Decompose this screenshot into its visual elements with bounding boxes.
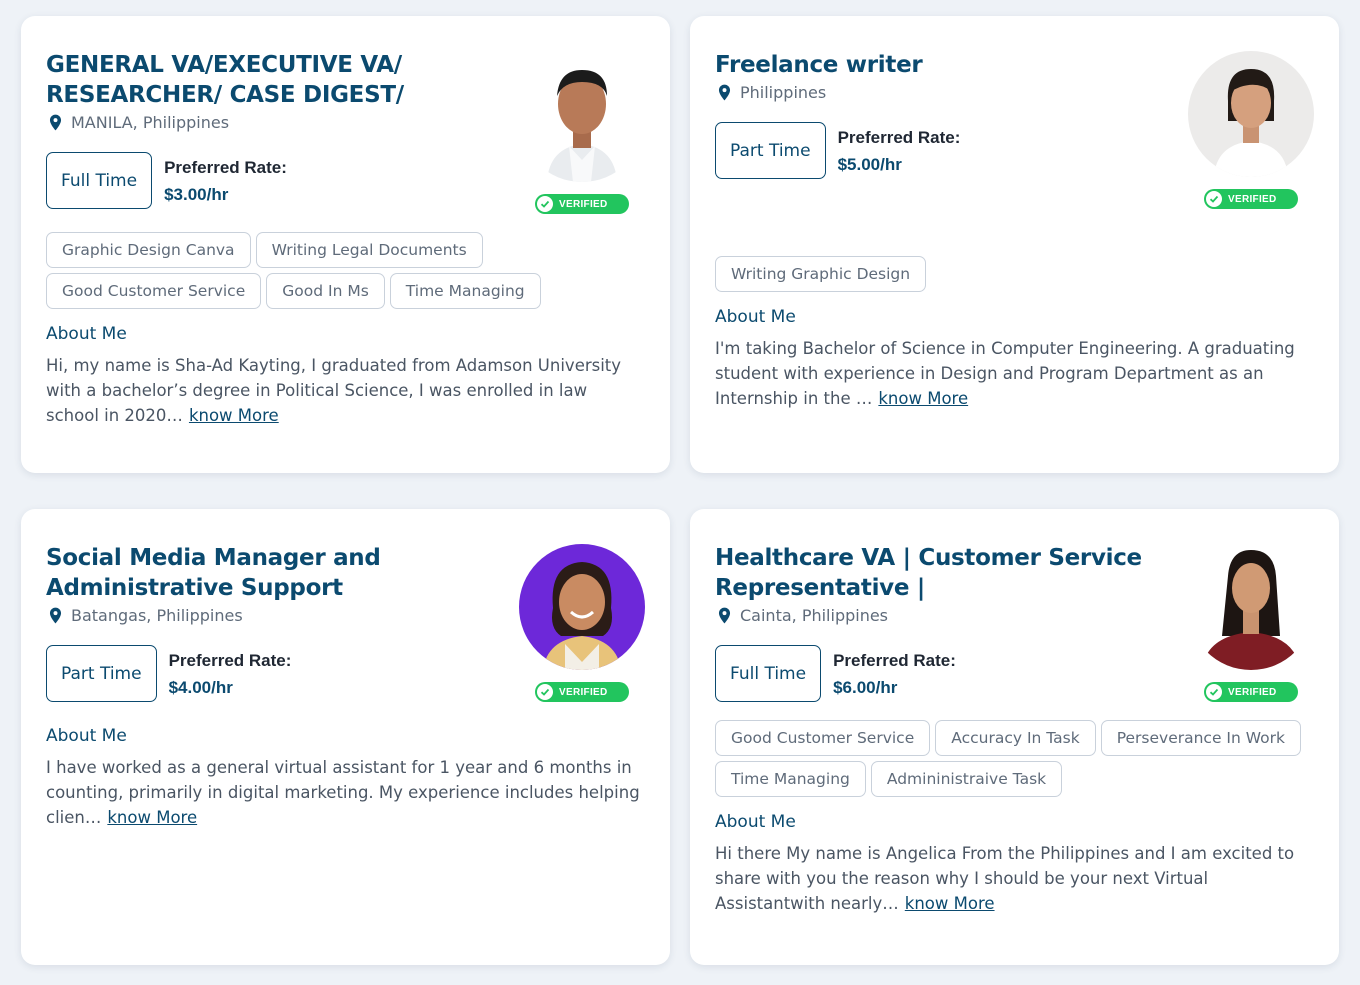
skill-chip: Good Customer Service <box>715 720 931 756</box>
location: Batangas, Philippines <box>46 606 519 625</box>
profile-title[interactable]: Freelance writer <box>715 50 1188 80</box>
about-heading: About Me <box>46 726 127 746</box>
preferred-rate-value: $3.00/hr <box>164 184 229 204</box>
avatar[interactable] <box>1188 51 1314 177</box>
check-icon <box>537 684 553 700</box>
skill-chip: Accuracy In Task <box>935 720 1096 756</box>
verified-badge: VERIFIED <box>1204 682 1298 702</box>
about-text: Hi, my name is Sha-Ad Kayting, I graduat… <box>46 353 645 428</box>
know-more-link[interactable]: know More <box>878 389 968 408</box>
avatar[interactable] <box>1188 544 1314 670</box>
skills-list: Writing Graphic Design <box>715 256 1314 292</box>
profile-title[interactable]: GENERAL VA/EXECUTIVE VA/ RESEARCHER/ CAS… <box>46 50 406 110</box>
about-body: Hi, my name is Sha-Ad Kayting, I graduat… <box>46 356 622 425</box>
skill-chip: Perseverance In Work <box>1100 720 1301 756</box>
employment-type-button[interactable]: Part Time <box>46 645 157 702</box>
skill-chip: Graphic Design Canva <box>46 232 251 268</box>
location-text: Philippines <box>740 83 827 102</box>
about-body: Hi there My name is Angelica From the Ph… <box>715 844 1295 913</box>
skill-chip: Writing Legal Documents <box>255 232 483 268</box>
profile-card[interactable]: GENERAL VA/EXECUTIVE VA/ RESEARCHER/ CAS… <box>21 16 670 473</box>
skills-list: Graphic Design Canva Writing Legal Docum… <box>46 232 645 309</box>
location-pin-icon <box>49 607 62 624</box>
location-pin-icon <box>718 84 731 101</box>
preferred-rate-value: $4.00/hr <box>168 677 233 697</box>
about-heading: About Me <box>715 307 796 327</box>
skills-list: Good Customer Service Accuracy In Task P… <box>715 720 1314 797</box>
know-more-link[interactable]: know More <box>189 406 279 425</box>
about-text: Hi there My name is Angelica From the Ph… <box>715 841 1314 916</box>
skill-chip: Time Managing <box>389 273 541 309</box>
check-icon <box>537 196 553 212</box>
check-icon <box>1206 684 1222 700</box>
about-heading: About Me <box>715 812 796 832</box>
profile-card[interactable]: Healthcare VA | Customer Service Represe… <box>690 509 1339 965</box>
know-more-link[interactable]: know More <box>905 894 995 913</box>
employment-type-button[interactable]: Full Time <box>46 152 153 209</box>
location-text: Batangas, Philippines <box>71 606 243 625</box>
location-text: MANILA, Philippines <box>71 113 230 132</box>
skill-chip: Writing Graphic Design <box>715 256 927 292</box>
about-text: I have worked as a general virtual assis… <box>46 755 645 830</box>
profile-title[interactable]: Social Media Manager and Administrative … <box>46 543 406 603</box>
preferred-rate-label: Preferred Rate: <box>168 650 292 670</box>
location-text: Cainta, Philippines <box>740 606 889 625</box>
employment-type-button[interactable]: Part Time <box>715 122 826 179</box>
know-more-link[interactable]: know More <box>107 808 197 827</box>
location-pin-icon <box>49 114 62 131</box>
check-icon <box>1206 191 1222 207</box>
avatar[interactable] <box>519 56 645 182</box>
verified-badge: VERIFIED <box>535 194 629 214</box>
verified-label: VERIFIED <box>559 198 608 210</box>
skill-chip: Good In Ms <box>266 273 385 309</box>
location: Philippines <box>715 83 1188 102</box>
skill-chip: Good Customer Service <box>46 273 262 309</box>
preferred-rate-value: $6.00/hr <box>833 677 898 697</box>
verified-label: VERIFIED <box>559 686 608 698</box>
skill-chip: Time Managing <box>715 761 866 797</box>
location: Cainta, Philippines <box>715 606 1188 625</box>
about-body: I'm taking Bachelor of Science in Comput… <box>715 339 1295 408</box>
about-text: I'm taking Bachelor of Science in Comput… <box>715 336 1314 411</box>
verified-label: VERIFIED <box>1228 193 1277 205</box>
preferred-rate-label: Preferred Rate: <box>164 157 287 177</box>
location-pin-icon <box>718 607 731 624</box>
profile-title[interactable]: Healthcare VA | Customer Service Represe… <box>715 543 1155 603</box>
profile-card[interactable]: Social Media Manager and Administrative … <box>21 509 670 965</box>
verified-label: VERIFIED <box>1228 686 1277 698</box>
employment-type-button[interactable]: Full Time <box>715 645 822 702</box>
skill-chip: Admininistraive Task <box>870 761 1063 797</box>
profile-card[interactable]: Freelance writer Philippines Part Time P… <box>690 16 1339 473</box>
preferred-rate-label: Preferred Rate: <box>837 127 961 147</box>
about-heading: About Me <box>46 324 127 344</box>
verified-badge: VERIFIED <box>535 682 629 702</box>
location: MANILA, Philippines <box>46 113 519 132</box>
preferred-rate-value: $5.00/hr <box>837 154 902 174</box>
preferred-rate-label: Preferred Rate: <box>833 650 956 670</box>
verified-badge: VERIFIED <box>1204 189 1298 209</box>
avatar[interactable] <box>519 544 645 670</box>
